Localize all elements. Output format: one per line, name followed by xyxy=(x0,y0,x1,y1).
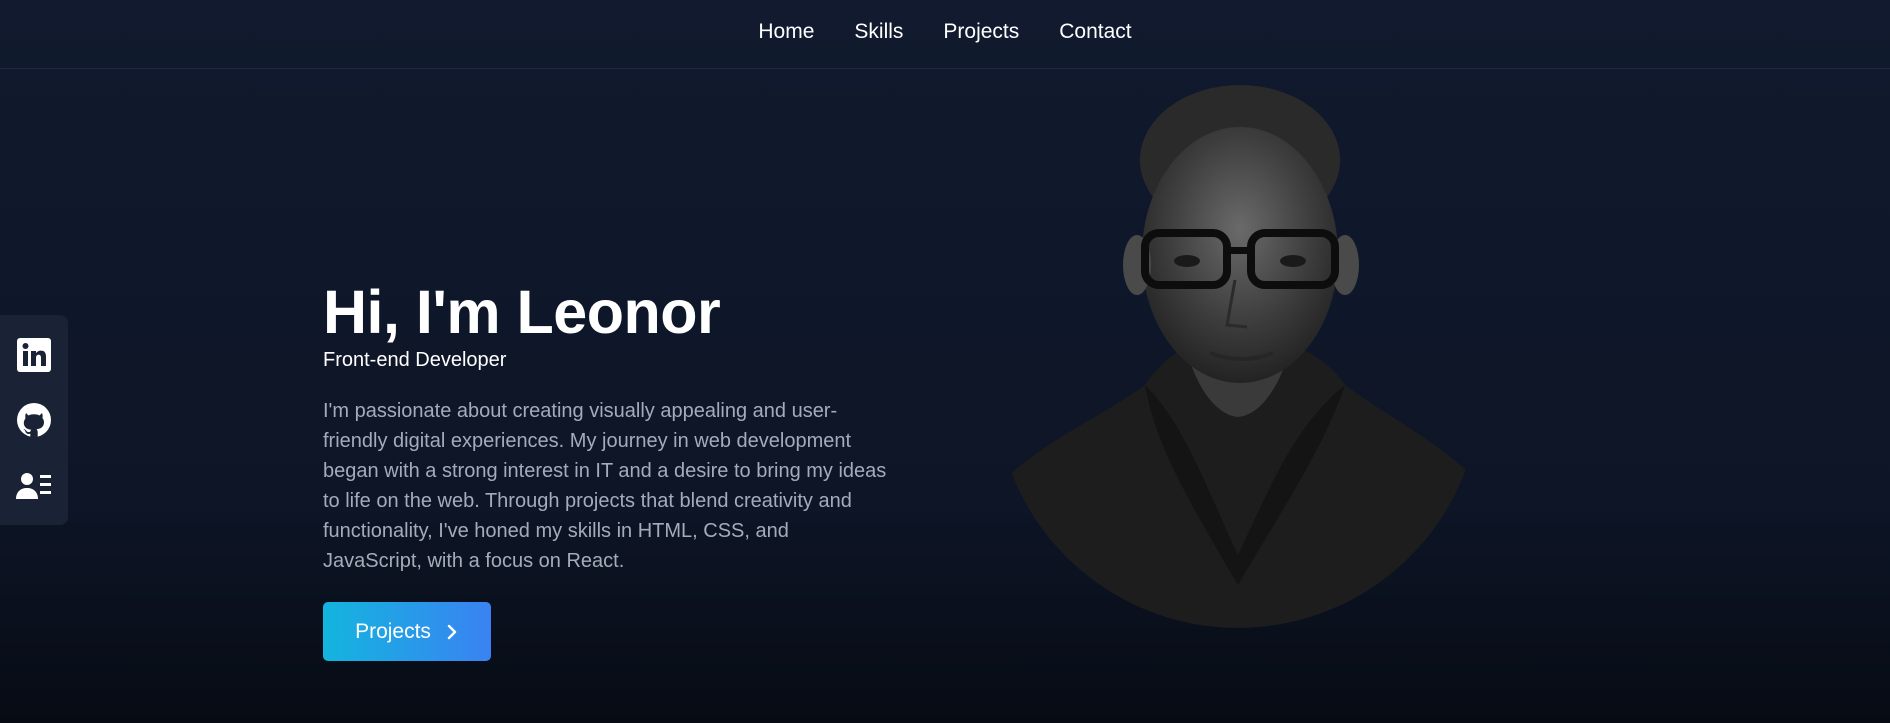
projects-button-label: Projects xyxy=(355,619,431,643)
hero-description: I'm passionate about creating visually a… xyxy=(323,400,887,572)
social-sidebar xyxy=(0,315,68,525)
nav-link-skills[interactable]: Skills xyxy=(854,20,903,48)
portrait-photo xyxy=(995,85,1481,628)
hero-text-block: Hi, I'm Leonor Front-end Developer I'm p… xyxy=(323,272,893,576)
linkedin-icon xyxy=(17,338,51,373)
portrait-image xyxy=(995,85,1481,631)
chevron-right-icon xyxy=(447,624,457,639)
nav-link-home[interactable]: Home xyxy=(758,20,814,48)
github-link[interactable] xyxy=(15,401,53,439)
nav-link-contact[interactable]: Contact xyxy=(1059,20,1131,48)
linkedin-link[interactable] xyxy=(15,336,53,374)
hero-title: Hi, I'm Leonor xyxy=(323,278,721,346)
top-navigation: Home Skills Projects Contact xyxy=(0,0,1890,69)
nav-link-projects[interactable]: Projects xyxy=(943,20,1019,48)
resume-icon xyxy=(16,472,51,499)
github-icon xyxy=(17,402,51,437)
projects-button[interactable]: Projects xyxy=(323,602,491,661)
resume-link[interactable] xyxy=(15,466,53,504)
